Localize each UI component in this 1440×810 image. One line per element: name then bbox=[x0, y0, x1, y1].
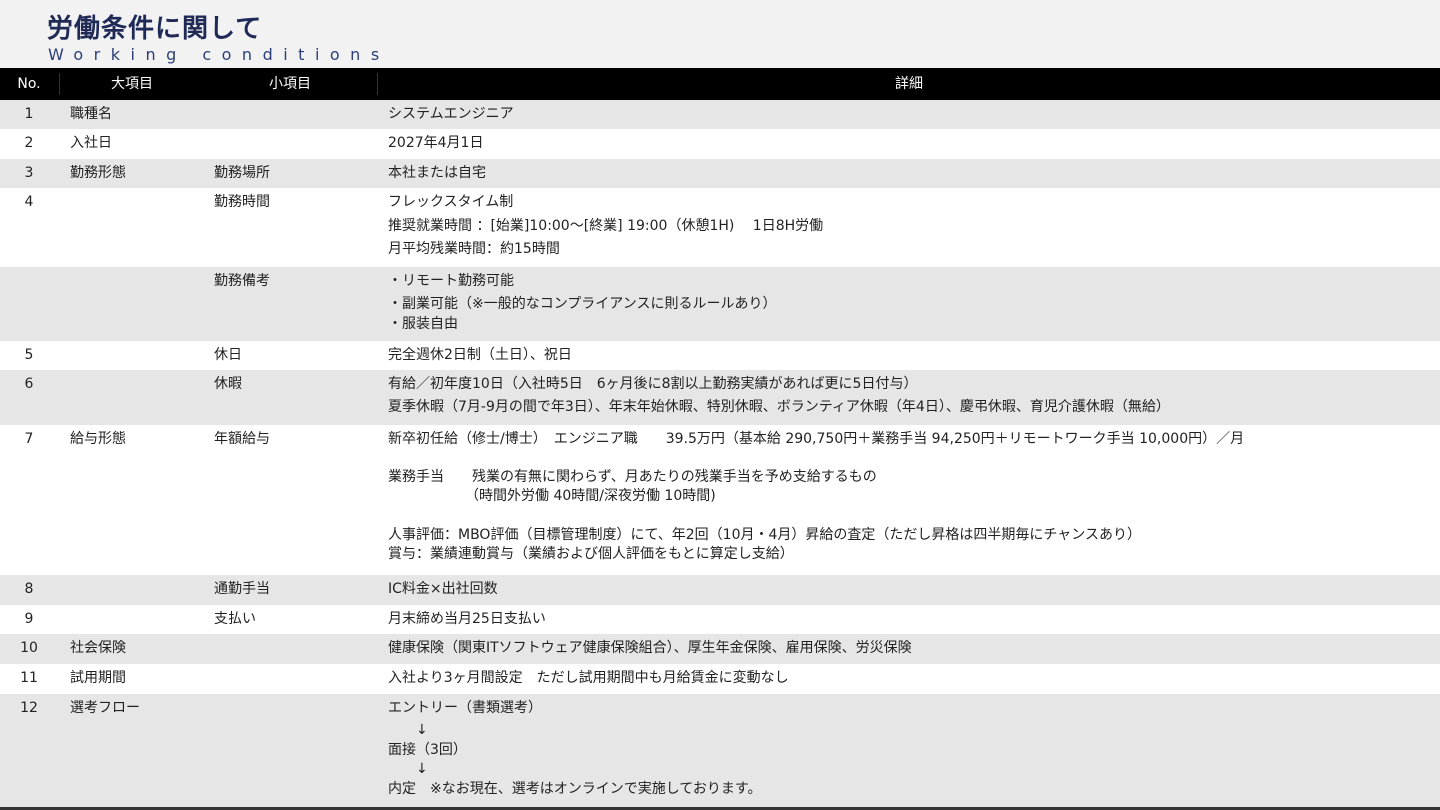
row-number: 4 bbox=[24, 194, 34, 210]
table-row: 2 入社日 2027年4月1日 bbox=[0, 129, 1440, 159]
detail-line: ・副業可能（※一般的なコンプライアンスに則るルールあり） bbox=[388, 296, 777, 312]
minor-category: 休暇 bbox=[214, 376, 242, 392]
detail-line: システムエンジニア bbox=[388, 106, 514, 122]
detail-line: 内定 ※なお現在、選考はオンラインで実施しております。 bbox=[388, 781, 762, 797]
detail-line: 推奨就業時間 ：[始業]10:00～[終業] 19:00（休憩1H) 1日8H労… bbox=[388, 218, 824, 234]
page-subtitle: Working conditions bbox=[48, 45, 390, 64]
row-number: 10 bbox=[20, 640, 38, 656]
detail-line: フレックスタイム制 bbox=[388, 194, 514, 210]
row-number: 11 bbox=[20, 670, 38, 686]
detail-line: ・服装自由 bbox=[388, 316, 458, 332]
detail-line: 月末締め当月25日支払い bbox=[388, 611, 546, 627]
major-category: 選考フロー bbox=[70, 700, 140, 716]
row-number: 1 bbox=[24, 106, 34, 122]
detail-line: ↓ bbox=[388, 722, 428, 738]
detail-line: 新卒初任給（修士/博士） エンジニア職 39.5万円（基本給 290,750円＋… bbox=[388, 431, 1245, 447]
minor-category: 勤務備考 bbox=[214, 273, 270, 289]
row-number: 12 bbox=[20, 700, 38, 716]
major-category: 給与形態 bbox=[70, 431, 126, 447]
detail-line: 月平均残業時間：約15時間 bbox=[388, 241, 560, 257]
table-header: No. 大項目 小項目 詳細 bbox=[0, 68, 1440, 100]
major-category: 勤務形態 bbox=[70, 165, 126, 181]
detail-line: ・リモート勤務可能 bbox=[388, 273, 514, 289]
minor-category: 支払い bbox=[214, 611, 256, 627]
detail-line: 賞与：業績連動賞与（業績および個人評価をもとに算定し支給） bbox=[388, 546, 794, 562]
row-number: 7 bbox=[24, 431, 34, 447]
column-header-major: 大項目 bbox=[111, 76, 153, 92]
detail-line: ↓ bbox=[388, 761, 428, 777]
row-number: 3 bbox=[24, 165, 34, 181]
table-row: 6 休暇 有給／初年度10日（入社時5日 6ヶ月後に8割以上勤務実績があれば更に5日… bbox=[0, 370, 1440, 425]
detail-line: 夏季休暇（7月-9月の間で年3日）、年末年始休暇、特別休暇、ボランティア休暇（年… bbox=[388, 399, 1170, 415]
major-category: 社会保険 bbox=[70, 640, 126, 656]
major-category: 試用期間 bbox=[70, 670, 126, 686]
row-number: 5 bbox=[24, 347, 34, 363]
minor-category: 年額給与 bbox=[214, 431, 270, 447]
detail-line: エントリー（書類選考） bbox=[388, 700, 542, 716]
detail-line: 面接（3回） bbox=[388, 742, 467, 758]
table-row: 5 休日 完全週休2日制（土日）、祝日 bbox=[0, 341, 1440, 370]
table-row: 10 社会保険 健康保険（関東ITソフトウェア健康保険組合）、厚生年金保険、雇用保険… bbox=[0, 634, 1440, 664]
detail-line: IC料金×出社回数 bbox=[388, 581, 498, 597]
table-row: 7 給与形態 年額給与 新卒初任給（修士/博士） エンジニア職 39.5万円（基本給 … bbox=[0, 425, 1440, 575]
table-row: 12 選考フロー エントリー（書類選考） ↓ 面接（3回） ↓ 内定 ※なお現在、選考は… bbox=[0, 694, 1440, 807]
row-number: 2 bbox=[24, 135, 34, 151]
detail-line: 入社より3ヶ月間設定 ただし試用期間中も月給賃金に変動なし bbox=[388, 670, 789, 686]
table-row: 勤務備考 ・リモート勤務可能・副業可能（※一般的なコンプライアンスに則るルールあり… bbox=[0, 267, 1440, 341]
table-row: 8 通勤手当 IC料金×出社回数 bbox=[0, 575, 1440, 605]
row-number: 6 bbox=[24, 376, 34, 392]
row-number: 8 bbox=[24, 581, 34, 597]
table-row: 11 試用期間 入社より3ヶ月間設定 ただし試用期間中も月給賃金に変動なし bbox=[0, 664, 1440, 694]
page-title: 労働条件に関して bbox=[47, 14, 263, 44]
column-header-no: No. bbox=[17, 76, 41, 92]
detail-line: 業務手当 残業の有無に関わらず、月あたりの残業手当を予め支給するもの bbox=[388, 469, 877, 485]
minor-category: 通勤手当 bbox=[214, 581, 270, 597]
row-number: 9 bbox=[24, 611, 34, 627]
detail-line: 本社または自宅 bbox=[388, 165, 486, 181]
minor-category: 勤務時間 bbox=[214, 194, 270, 210]
major-category: 入社日 bbox=[70, 135, 112, 151]
table-row: 4 勤務時間 フレックスタイム制推奨就業時間 ：[始業]10:00～[終業] 19:… bbox=[0, 188, 1440, 267]
detail-line: 人事評価：MBO評価（目標管理制度）にて、年2回（10月・4月）昇給の査定（ただ… bbox=[388, 527, 1141, 543]
major-category: 職種名 bbox=[70, 106, 112, 122]
detail-line: 有給／初年度10日（入社時5日 6ヶ月後に8割以上勤務実績があれば更に5日付与） bbox=[388, 376, 918, 392]
detail-line: 完全週休2日制（土日）、祝日 bbox=[388, 347, 572, 363]
column-header-minor: 小項目 bbox=[269, 76, 311, 92]
header: 労働条件に関して Working conditions bbox=[0, 0, 1440, 68]
column-header-detail: 詳細 bbox=[895, 76, 923, 92]
table-row: 3 勤務形態 勤務場所 本社または自宅 bbox=[0, 159, 1440, 188]
minor-category: 休日 bbox=[214, 347, 242, 363]
table-row: 9 支払い 月末締め当月25日支払い bbox=[0, 605, 1440, 634]
detail-line: 2027年4月1日 bbox=[388, 135, 484, 151]
detail-line: （時間外労働 40時間/深夜労働 10時間) bbox=[388, 488, 716, 504]
table-row: 1 職種名 システムエンジニア bbox=[0, 100, 1440, 129]
minor-category: 勤務場所 bbox=[214, 165, 270, 181]
detail-line: 健康保険（関東ITソフトウェア健康保険組合）、厚生年金保険、雇用保険、労災保険 bbox=[388, 640, 912, 656]
